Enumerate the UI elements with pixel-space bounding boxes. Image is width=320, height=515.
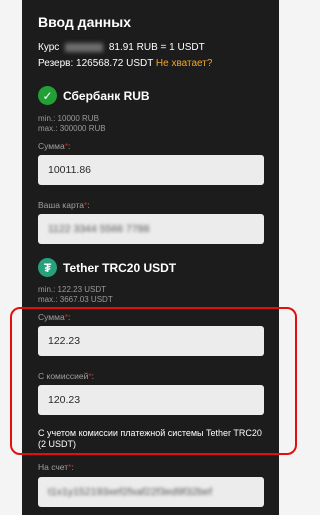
sber-amount-input[interactable]: 10011.86 bbox=[38, 155, 264, 185]
reserve-line: Резерв: 126568.72 USDT Не хватает? bbox=[38, 58, 212, 69]
sber-limits: min.: 10000 RUB max.: 300000 RUB bbox=[38, 114, 106, 134]
sber-max: max.: 300000 RUB bbox=[38, 124, 106, 133]
rate-blurred bbox=[65, 42, 104, 52]
sber-amount-value: 10011.86 bbox=[48, 164, 92, 176]
tether-header: ₮ Tether TRC20 USDT bbox=[38, 258, 176, 277]
rate-value: 81.91 RUB = 1 USDT bbox=[108, 42, 205, 53]
highlight-frame bbox=[10, 307, 297, 455]
sber-amount-label-text: Сумма bbox=[38, 141, 65, 151]
account-value: t1x1y152193xef2fxaf22f3ed9f32bef bbox=[48, 486, 213, 498]
tether-min: min.: 122.23 USDT bbox=[38, 285, 107, 294]
tether-max: max.: 3667.03 USDT bbox=[38, 295, 113, 304]
account-label: На счет*: bbox=[38, 462, 74, 472]
page-title: Ввод данных bbox=[38, 14, 132, 30]
not-enough-link[interactable]: Не хватает? bbox=[156, 58, 213, 69]
tether-limits: min.: 122.23 USDT max.: 3667.03 USDT bbox=[38, 285, 113, 305]
tether-icon: ₮ bbox=[38, 258, 57, 277]
sber-min: min.: 10000 RUB bbox=[38, 114, 99, 123]
account-input[interactable]: t1x1y152193xef2fxaf22f3ed9f32bef bbox=[38, 477, 264, 507]
account-label-text: На счет bbox=[38, 462, 69, 472]
card-label: Ваша карта*: bbox=[38, 200, 90, 210]
reserve-label: Резерв: bbox=[38, 58, 74, 69]
reserve-value: 126568.72 USDT bbox=[76, 58, 154, 69]
card-input[interactable]: 1122 3344 5566 7788 bbox=[38, 214, 264, 244]
sber-amount-label: Сумма*: bbox=[38, 141, 71, 151]
tether-name: Tether TRC20 USDT bbox=[63, 260, 177, 275]
sberbank-icon: ✓ bbox=[38, 86, 57, 105]
rate-label: Курс bbox=[38, 42, 60, 53]
sber-header: ✓ Сбербанк RUB bbox=[38, 86, 150, 105]
card-label-text: Ваша карта bbox=[38, 200, 85, 210]
sber-name: Сбербанк RUB bbox=[63, 88, 150, 103]
card-value: 1122 3344 5566 7788 bbox=[48, 223, 150, 235]
rate-line: Курс 81.91 RUB = 1 USDT bbox=[38, 42, 205, 53]
